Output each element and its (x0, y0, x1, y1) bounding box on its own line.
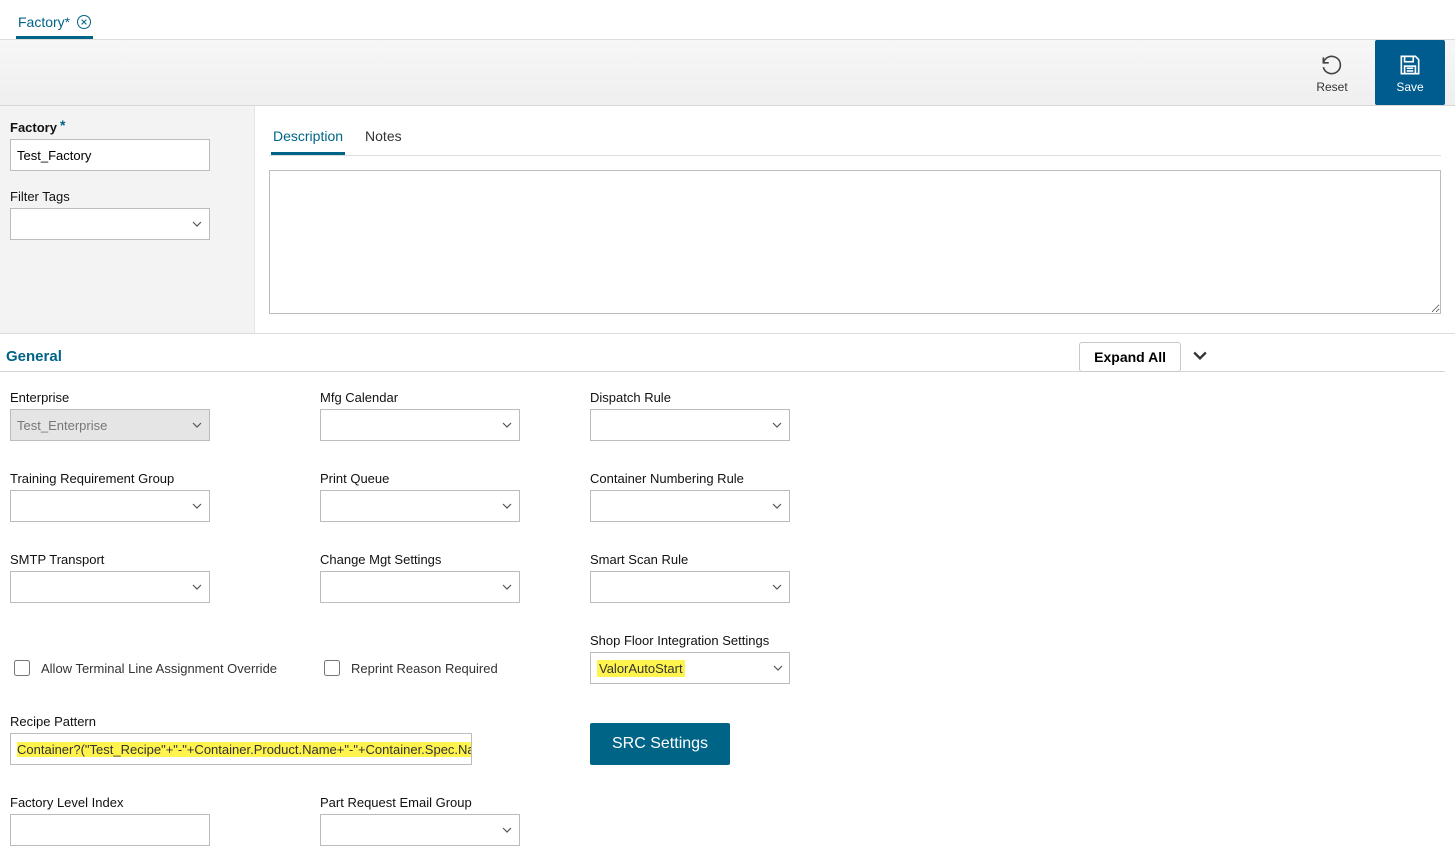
part-request-email-group-label: Part Request Email Group (320, 795, 590, 810)
mfg-calendar-label: Mfg Calendar (320, 390, 590, 405)
reprint-reason-label[interactable]: Reprint Reason Required (351, 661, 498, 676)
factory-level-index-label: Factory Level Index (10, 795, 320, 810)
change-mgt-settings-label: Change Mgt Settings (320, 552, 590, 567)
chevron-down-icon[interactable] (1189, 345, 1211, 370)
document-tabbar: Factory* (0, 0, 1455, 40)
shop-floor-integration-select[interactable]: ValorAutoStart (590, 652, 790, 684)
dispatch-rule-label: Dispatch Rule (590, 390, 880, 405)
training-req-group-label: Training Requirement Group (10, 471, 320, 486)
right-pane: Description Notes (255, 106, 1455, 333)
description-textarea[interactable] (269, 170, 1441, 314)
shop-floor-integration-value: ValorAutoStart (597, 660, 685, 677)
shop-floor-integration-label: Shop Floor Integration Settings (590, 633, 880, 648)
reset-label: Reset (1316, 80, 1347, 94)
tab-label: Factory* (18, 14, 70, 30)
allow-terminal-checkbox[interactable] (14, 660, 30, 676)
tab-description[interactable]: Description (271, 120, 345, 155)
section-header-general: General Expand All (0, 334, 1445, 372)
container-numbering-rule-select[interactable] (590, 490, 790, 522)
inner-tabs: Description Notes (269, 116, 1441, 156)
mfg-calendar-select[interactable] (320, 409, 520, 441)
tab-notes[interactable]: Notes (363, 120, 404, 155)
factory-input[interactable] (10, 139, 210, 171)
left-pane: Factory * Filter Tags (0, 106, 255, 333)
save-button[interactable]: Save (1375, 40, 1445, 105)
required-star-icon: * (60, 118, 65, 132)
container-numbering-rule-label: Container Numbering Rule (590, 471, 880, 486)
reprint-reason-checkbox[interactable] (324, 660, 340, 676)
top-section: Factory * Filter Tags Description Notes (0, 106, 1455, 334)
recipe-pattern-input[interactable]: Container?("Test_Recipe"+"-"+Container.P… (10, 733, 472, 765)
undo-icon (1319, 52, 1345, 78)
factory-label: Factory * (10, 120, 244, 135)
save-label: Save (1396, 80, 1423, 94)
part-request-email-group-select[interactable] (320, 814, 520, 846)
print-queue-select[interactable] (320, 490, 520, 522)
allow-terminal-label[interactable]: Allow Terminal Line Assignment Override (41, 661, 277, 676)
section-title: General (6, 348, 62, 365)
enterprise-select[interactable] (10, 409, 210, 441)
recipe-pattern-value: Container?("Test_Recipe"+"-"+Container.P… (17, 742, 472, 757)
close-icon[interactable] (77, 15, 91, 29)
expand-all-button[interactable]: Expand All (1079, 342, 1181, 372)
filter-tags-select[interactable] (10, 208, 210, 240)
chevron-down-icon (773, 663, 783, 673)
filter-tags-label: Filter Tags (10, 189, 244, 204)
change-mgt-settings-select[interactable] (320, 571, 520, 603)
smtp-transport-select[interactable] (10, 571, 210, 603)
enterprise-label: Enterprise (10, 390, 320, 405)
toolbar: Reset Save (0, 40, 1455, 106)
smart-scan-rule-label: Smart Scan Rule (590, 552, 880, 567)
reset-button[interactable]: Reset (1297, 40, 1367, 105)
training-req-group-select[interactable] (10, 490, 210, 522)
save-icon (1397, 52, 1423, 78)
factory-level-index-input[interactable] (10, 814, 210, 846)
smart-scan-rule-select[interactable] (590, 571, 790, 603)
dispatch-rule-select[interactable] (590, 409, 790, 441)
smtp-transport-label: SMTP Transport (10, 552, 320, 567)
src-settings-button[interactable]: SRC Settings (590, 723, 730, 765)
print-queue-label: Print Queue (320, 471, 590, 486)
general-grid: Enterprise Mfg Calendar Dispatch Rule Tr… (0, 372, 1455, 864)
recipe-pattern-label: Recipe Pattern (10, 714, 590, 729)
tab-factory[interactable]: Factory* (16, 4, 93, 39)
